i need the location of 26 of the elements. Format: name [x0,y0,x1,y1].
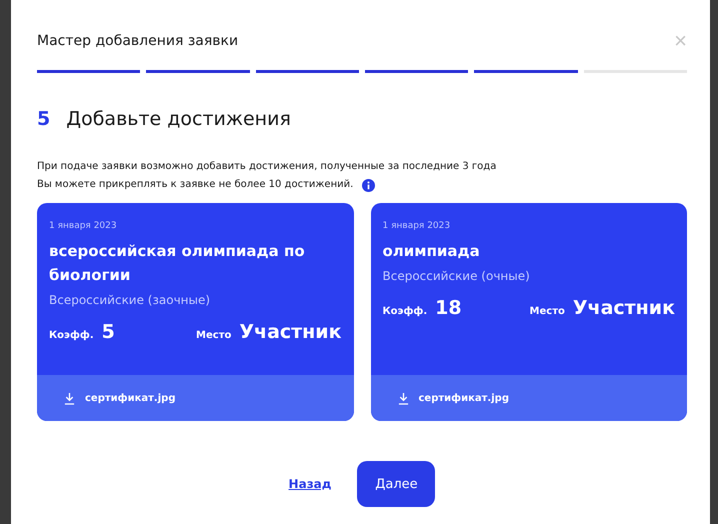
achievement-title: всероссийская олимпиада по биологии [49,241,306,286]
place-value: Участник [239,321,342,343]
info-icon[interactable] [362,178,376,192]
file-link[interactable]: сертификат.jpg [418,392,509,404]
download-icon[interactable] [64,392,75,404]
achievement-level: Всероссийские (очные) [382,269,531,283]
achievement-date: 1 января 2023 [382,221,452,231]
dialog-title: Мастер добавления заявки [37,33,238,49]
file-link[interactable]: сертификат.jpg [85,392,176,404]
place-label: Место [196,330,232,341]
coef-value: 5 [102,321,115,343]
achievement-title: олимпиада [382,241,481,262]
download-icon[interactable] [398,392,408,404]
coef-label: Коэфф. [382,306,428,317]
note-text: Вы можете прикреплять к заявке не более 10 достижений. [37,178,354,192]
place-label: Место [530,306,565,317]
step-number: 5 [37,108,50,130]
place-value: Участник [572,297,675,319]
coef-label: Коэфф. [49,330,94,341]
back-link[interactable]: Назад [288,477,332,491]
next-button[interactable]: Далее [357,461,436,507]
achievement-date: 1 января 2023 [49,221,118,231]
achievement-level: Всероссийские (заочные) [49,293,212,307]
step-title: Добавьте достижения [66,108,291,130]
coef-value: 18 [435,297,462,319]
note-text: При подаче заявки возможно добавить достижения, полученные за последние 3 года [37,160,496,174]
